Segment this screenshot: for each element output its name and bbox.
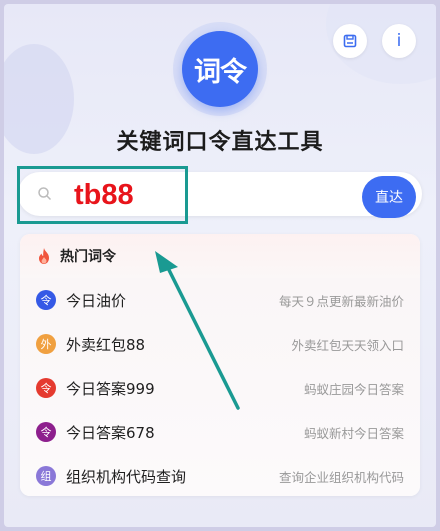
flame-icon [39,248,49,264]
item-badge: 令 [36,378,56,398]
hot-list-title: 热门词令 [60,249,116,265]
item-title: 今日油价 [66,291,127,310]
list-item[interactable]: 令 今日油价 每天９点更新最新油价 [20,278,420,322]
save-icon [343,34,357,48]
hot-list-body: 令 今日油价 每天９点更新最新油价 外 外卖红包88 外卖红包天天领入口 令 今… [20,278,420,496]
item-desc: 每天９点更新最新油价 [278,293,404,309]
go-button[interactable]: 直达 [362,176,416,218]
hot-list: 热门词令 令 今日油价 每天９点更新最新油价 外 外卖红包88 外卖红包天天领入… [20,234,420,496]
item-title: 今日答案999 [66,379,155,398]
item-badge: 外 [36,334,56,354]
item-title: 组织机构代码查询 [66,467,187,486]
item-badge: 令 [36,290,56,310]
page-title: 关键词口令直达工具 [116,130,324,155]
list-item[interactable]: 令 今日答案678 蚂蚁新村今日答案 [20,410,420,454]
item-desc: 查询企业组织机构代码 [278,469,404,485]
app-frame: i 词令 关键词口令直达工具 tb88 直达 热门词令 令 今日油价 每天９点更… [4,4,436,527]
item-title: 外卖红包88 [66,335,146,354]
item-badge: 令 [36,422,56,442]
logo-ring: 词令 [173,22,267,116]
save-button[interactable] [333,24,367,58]
item-title: 今日答案678 [66,423,155,442]
hot-list-header: 热门词令 [20,234,420,278]
app-logo: 词令 [182,31,258,107]
info-button[interactable]: i [382,24,416,58]
item-desc: 蚂蚁庄园今日答案 [303,381,404,397]
list-item[interactable]: 组 组织机构代码查询 查询企业组织机构代码 [20,454,420,496]
highlight-box [17,166,188,224]
item-desc: 外卖红包天天领入口 [291,337,404,353]
list-item[interactable]: 令 今日答案999 蚂蚁庄园今日答案 [20,366,420,410]
info-icon: i [396,31,402,51]
logo-text: 词令 [194,56,247,88]
item-desc: 蚂蚁新村今日答案 [303,425,404,441]
list-item[interactable]: 外 外卖红包88 外卖红包天天领入口 [20,322,420,366]
item-badge: 组 [36,466,56,486]
